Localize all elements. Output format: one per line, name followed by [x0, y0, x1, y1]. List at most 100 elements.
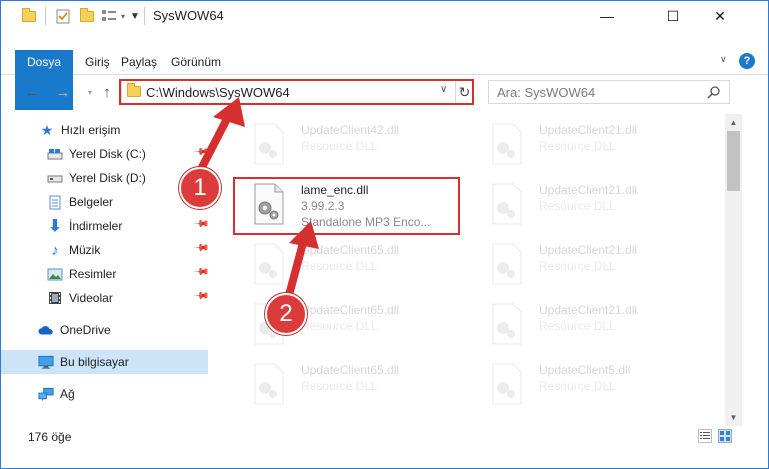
file-description: Resource DLL — [539, 199, 616, 213]
sidebar-item-pictures[interactable]: Resimler 📌 — [1, 262, 210, 286]
scroll-up-icon[interactable]: ▲ — [725, 114, 742, 131]
file-item[interactable]: UpdateClient21.dll Resource DLL — [472, 296, 692, 356]
scrollbar-thumb[interactable] — [727, 131, 740, 191]
view-options-icon[interactable] — [100, 8, 118, 24]
search-icon[interactable] — [707, 85, 721, 99]
sidebar-item-label: Hızlı erişim — [61, 123, 121, 137]
music-icon: ♪ — [51, 241, 59, 259]
sidebar-item-this-pc[interactable]: Bu bilgisayar — [1, 350, 208, 374]
star-icon: ★ — [40, 121, 54, 138]
file-name: UpdateClient21.dll — [539, 243, 638, 257]
search-box[interactable]: Ara: SysWOW64 — [488, 80, 730, 104]
documents-icon — [47, 194, 63, 210]
file-item[interactable]: UpdateClient21.dll Resource DLL — [472, 176, 692, 236]
dll-file-icon — [492, 303, 522, 345]
tab-home[interactable]: Giriş — [79, 50, 116, 74]
downloads-icon: ⬇ — [48, 218, 62, 235]
folder-icon — [21, 7, 37, 24]
pin-icon[interactable]: 📌 — [193, 264, 210, 281]
file-item[interactable]: UpdateClient42.dll Resource DLL — [234, 116, 454, 176]
back-button[interactable]: ← — [23, 83, 41, 101]
sidebar-item-label: Resimler — [69, 267, 117, 281]
sidebar-item-videos[interactable]: Videolar 📌 — [1, 286, 210, 310]
dll-file-icon — [492, 183, 522, 225]
file-description: Resource DLL — [301, 319, 378, 333]
status-bar: 176 öğe — [1, 426, 768, 448]
sidebar-item-label: Müzik — [69, 243, 101, 257]
sidebar-item-label: Yerel Disk (C:) — [69, 147, 146, 161]
sidebar-item-downloads[interactable]: ⬇ İndirmeler 📌 — [1, 214, 210, 238]
file-description: Resource DLL — [301, 379, 378, 393]
tab-file[interactable]: Dosya — [15, 50, 73, 110]
up-button[interactable]: ↑ — [98, 83, 116, 101]
properties-icon[interactable] — [55, 8, 71, 24]
drive-icon — [47, 170, 63, 186]
file-name: UpdateClient65.dll — [301, 363, 400, 377]
minimize-button[interactable]: — — [584, 1, 630, 31]
sidebar-item-network[interactable]: Ağ — [1, 382, 208, 406]
sidebar-item-onedrive[interactable]: OneDrive — [1, 318, 208, 342]
ribbon-expand-icon[interactable]: ∨ — [720, 54, 734, 68]
file-name: UpdateClient42.dll — [301, 123, 400, 137]
chevron-down-icon[interactable]: ▾ — [119, 8, 127, 24]
file-description: Resource DLL — [539, 139, 616, 153]
file-description: Resource DLL — [539, 259, 616, 273]
window-title: SysWOW64 — [153, 8, 224, 23]
sidebar-item-label: İndirmeler — [69, 219, 123, 233]
sidebar-item-label: OneDrive — [60, 323, 111, 337]
details-view-icon[interactable] — [698, 429, 712, 443]
step-badge-1: 1 — [179, 167, 221, 209]
file-item[interactable]: UpdateClient21.dll Resource DLL — [472, 116, 692, 176]
sidebar-item-label: Videolar — [69, 291, 113, 305]
file-description: Resource DLL — [301, 139, 378, 153]
tab-view[interactable]: Görünüm — [165, 50, 227, 74]
dll-file-icon — [492, 243, 522, 285]
file-item[interactable]: UpdateClient5.dll Resource DLL — [472, 356, 692, 416]
sidebar-item-documents[interactable]: Belgeler 📌 — [1, 190, 210, 214]
item-count: 176 öğe — [28, 430, 72, 444]
help-icon[interactable]: ? — [739, 53, 755, 69]
forward-button[interactable]: → — [54, 83, 72, 101]
scroll-down-icon[interactable]: ▼ — [725, 409, 742, 426]
sidebar-item-music[interactable]: ♪ Müzik 📌 — [1, 238, 210, 262]
tab-share[interactable]: Paylaş — [115, 50, 163, 74]
divider — [45, 7, 46, 25]
pictures-icon — [47, 266, 63, 282]
new-folder-icon[interactable] — [79, 7, 95, 24]
pin-icon[interactable]: 📌 — [193, 240, 210, 257]
close-button[interactable]: ✕ — [697, 1, 743, 31]
onedrive-icon — [38, 322, 54, 338]
recent-locations-icon[interactable]: ▾ — [81, 83, 99, 101]
file-name: UpdateClient21.dll — [539, 123, 638, 137]
sidebar-item-label: Ağ — [60, 387, 75, 401]
divider — [144, 7, 145, 25]
customize-toolbar-icon[interactable]: ▼ — [130, 8, 140, 24]
network-icon — [38, 386, 54, 402]
sidebar-item-label: Yerel Disk (D:) — [69, 171, 146, 185]
explorer-window: ▾ ▼ SysWOW64 — ☐ ✕ Dosya Giriş Paylaş Gö… — [0, 0, 769, 469]
drive-icon — [47, 146, 63, 162]
dll-file-icon — [492, 123, 522, 165]
pin-icon[interactable]: 📌 — [193, 216, 210, 233]
dll-file-icon — [254, 363, 284, 405]
step-badge-2: 2 — [265, 293, 307, 335]
sidebar-item-label: Belgeler — [69, 195, 114, 209]
pc-icon — [38, 354, 54, 370]
title-bar: ▾ ▼ SysWOW64 — ☐ ✕ — [1, 1, 768, 31]
file-description: Resource DLL — [539, 319, 616, 333]
sidebar-item-label: Bu bilgisayar — [60, 355, 129, 369]
file-item[interactable]: UpdateClient65.dll Resource DLL — [234, 356, 454, 416]
file-name: UpdateClient5.dll — [539, 363, 631, 377]
file-description: Resource DLL — [539, 379, 616, 393]
maximize-button[interactable]: ☐ — [650, 1, 696, 31]
tiles-view-icon[interactable] — [718, 429, 732, 443]
file-item[interactable]: UpdateClient21.dll Resource DLL — [472, 236, 692, 296]
file-name: UpdateClient21.dll — [539, 183, 638, 197]
vertical-scrollbar[interactable]: ▲ ▼ — [725, 114, 742, 426]
file-name: UpdateClient21.dll — [539, 303, 638, 317]
dll-file-icon — [492, 363, 522, 405]
ribbon-tabs: Dosya Giriş Paylaş Görünüm ∨ ? — [1, 50, 768, 110]
search-input[interactable]: Ara: SysWOW64 — [497, 85, 595, 100]
videos-icon — [47, 290, 63, 306]
pin-icon[interactable]: 📌 — [193, 288, 210, 305]
